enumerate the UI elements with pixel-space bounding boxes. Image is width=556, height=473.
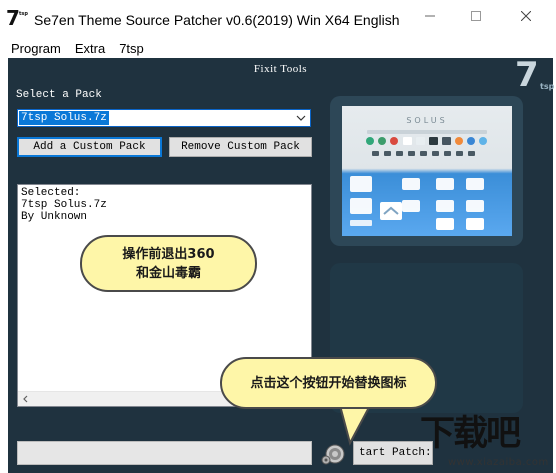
pack-dropdown-value: 7tsp Solus.7z [19, 111, 109, 125]
select-pack-label: Select a Pack [16, 89, 102, 101]
close-icon [521, 11, 531, 21]
app-icon-letters: tsp [19, 11, 28, 17]
scroll-left-icon[interactable] [21, 394, 31, 404]
pack-info-text: Selected: 7tsp Solus.7z By Unknown [21, 187, 107, 223]
menu-program[interactable]: Program [0, 41, 69, 56]
minimize-icon [425, 15, 435, 17]
menu-7tsp[interactable]: 7tsp [113, 41, 152, 56]
add-custom-pack-button[interactable]: Add a Custom Pack [17, 137, 162, 157]
close-button[interactable] [503, 0, 549, 32]
pack-dropdown[interactable]: 7tsp Solus.7z [17, 109, 311, 127]
brand-logo: 7 tsp [513, 55, 555, 96]
theme-preview-frame: SOLUS [330, 96, 523, 246]
maximize-icon [471, 11, 481, 21]
app-icon-digit: 7 [6, 6, 20, 30]
watermark-logo-text: 下载吧 [420, 414, 521, 454]
maximize-button[interactable] [453, 0, 499, 32]
app-icon: 7 tsp [6, 6, 28, 30]
site-watermark: 下载吧 www.xiazaiba.com [418, 412, 556, 473]
section-title: Fixit Tools [253, 63, 308, 75]
patch-progress-bar [17, 441, 312, 465]
info-line: 7tsp Solus.7z [21, 199, 107, 211]
instruction-callout: 点击这个按钮开始替换图标 [220, 357, 437, 409]
brand-logo-digit: 7 [515, 55, 539, 95]
window-title: Se7en Theme Source Patcher v0.6(2019) Wi… [34, 12, 400, 28]
chevron-down-icon [296, 115, 306, 121]
warning-callout: 操作前退出360 和金山毒霸 [80, 235, 257, 292]
title-bar: 7 tsp Se7en Theme Source Patcher v0.6(20… [0, 0, 556, 38]
info-line: Selected: [21, 187, 81, 199]
menu-bar: Program Extra 7tsp [0, 38, 556, 58]
theme-preview-image: SOLUS [342, 106, 512, 236]
remove-custom-pack-button[interactable]: Remove Custom Pack [169, 137, 312, 157]
warning-callout-line: 操作前退出360 [122, 246, 215, 262]
brand-logo-letters: tsp [540, 82, 555, 91]
info-line: By Unknown [21, 211, 88, 223]
watermark-url: www.xiazaiba.com [448, 457, 549, 468]
menu-extra[interactable]: Extra [69, 41, 113, 56]
minimize-button[interactable] [407, 0, 453, 32]
preview-brand-text: SOLUS [406, 116, 447, 125]
warning-callout-line: 和金山毒霸 [135, 265, 201, 281]
